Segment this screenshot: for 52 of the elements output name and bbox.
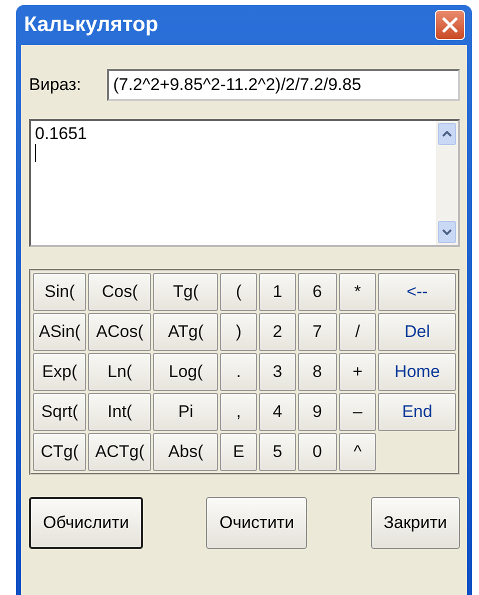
key-button[interactable]: Sqrt( (33, 393, 86, 431)
key-button[interactable]: 5 (259, 433, 296, 471)
close-button[interactable] (435, 10, 465, 40)
key-button[interactable]: 7 (298, 313, 337, 351)
scroll-up-button[interactable] (438, 123, 456, 145)
key-button[interactable]: ACTg( (88, 433, 152, 471)
key-button[interactable]: 9 (298, 393, 337, 431)
key-button[interactable]: ( (220, 273, 258, 311)
key-button[interactable]: Cos( (88, 273, 152, 311)
key-button[interactable]: – (338, 393, 376, 431)
key-button[interactable]: <-- (378, 273, 456, 311)
key-button[interactable]: Log( (153, 353, 218, 391)
scroll-down-button[interactable] (438, 221, 456, 243)
key-button[interactable]: ^ (338, 433, 376, 471)
output-area[interactable]: 0.1651 (29, 119, 460, 247)
key-button[interactable]: Exp( (33, 353, 86, 391)
key-button[interactable]: , (220, 393, 258, 431)
key-button[interactable]: Home (378, 353, 456, 391)
key-button[interactable]: 4 (259, 393, 296, 431)
key-button[interactable]: * (338, 273, 376, 311)
key-button[interactable]: ASin( (33, 313, 86, 351)
key-button[interactable]: E (220, 433, 258, 471)
key-button[interactable]: CTg( (33, 433, 86, 471)
key-button[interactable]: 8 (298, 353, 337, 391)
expression-field[interactable]: (7.2^2+9.85^2-11.2^2)/2/7.2/9.85 (107, 69, 460, 101)
key-button[interactable]: Abs( (153, 433, 218, 471)
result-text: 0.1651 (35, 124, 88, 144)
key-button[interactable]: 3 (259, 353, 296, 391)
dialog-button[interactable]: Обчислити (29, 497, 143, 549)
key-button[interactable]: Sin( (33, 273, 86, 311)
key-button[interactable]: Del (378, 313, 456, 351)
key-button[interactable]: 6 (298, 273, 337, 311)
key-button[interactable]: + (338, 353, 376, 391)
key-button[interactable]: ACos( (88, 313, 152, 351)
dialog-button[interactable]: Очистити (206, 497, 308, 549)
key-button[interactable]: Int( (88, 393, 152, 431)
key-button[interactable]: Pi (153, 393, 218, 431)
key-button[interactable]: End (378, 393, 456, 431)
key-button[interactable]: Tg( (153, 273, 218, 311)
key-button[interactable]: ) (220, 313, 258, 351)
key-button[interactable]: 2 (259, 313, 296, 351)
key-button[interactable]: / (338, 313, 376, 351)
dialog-button[interactable]: Закрити (370, 497, 460, 549)
key-button[interactable]: ATg( (153, 313, 218, 351)
expression-label: Вираз: (29, 75, 82, 95)
close-icon (440, 15, 460, 35)
scrollbar[interactable] (436, 121, 458, 245)
key-button[interactable]: 0 (298, 433, 337, 471)
key-button[interactable]: 1 (259, 273, 296, 311)
window-title: Калькулятор (24, 13, 158, 37)
key-button[interactable]: Ln( (88, 353, 152, 391)
key-button[interactable]: . (220, 353, 258, 391)
